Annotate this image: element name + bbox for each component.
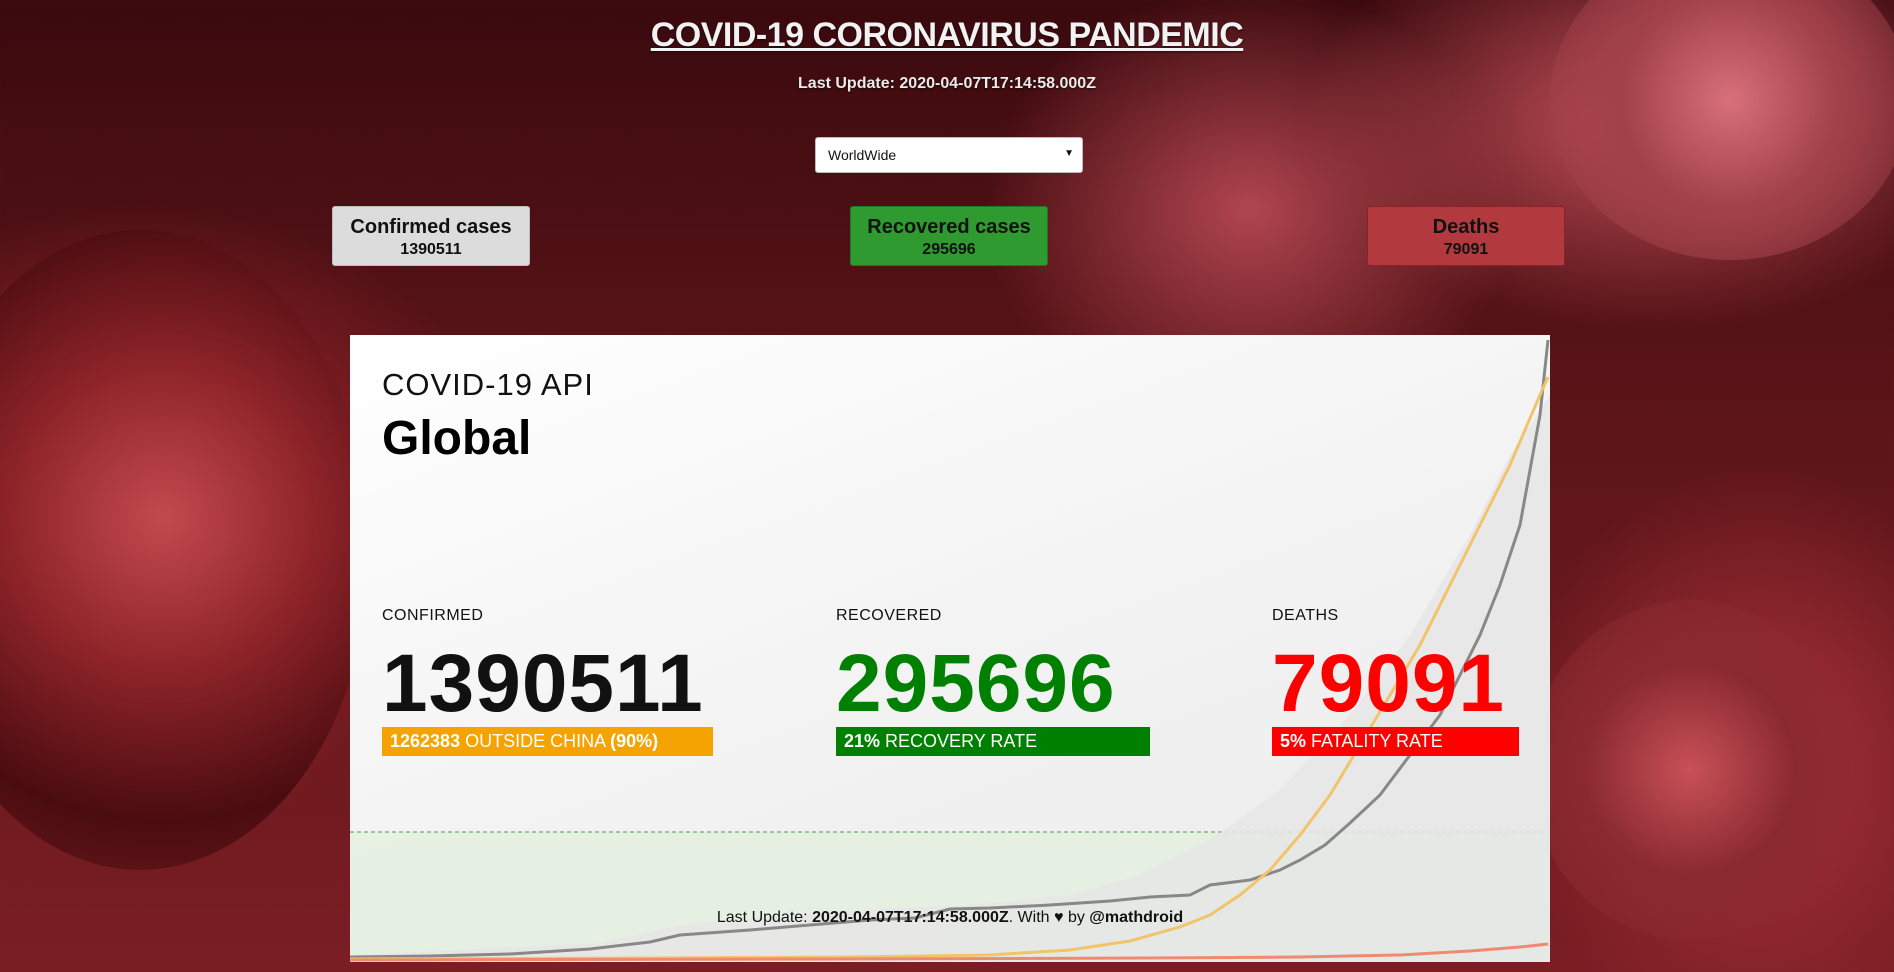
country-select[interactable]: WorldWide ▼ (815, 137, 1083, 173)
deaths-button[interactable]: Deaths 79091 (1367, 206, 1565, 266)
last-update-label: Last Update: (798, 75, 895, 92)
deaths-value: 79091 (1443, 241, 1489, 258)
deaths-value-panel: 79091 (1272, 638, 1506, 729)
heart-icon: ♥ (1053, 909, 1064, 926)
outside-china-count: 1262383 (390, 731, 461, 751)
recovered-cases-button[interactable]: Recovered cases 295696 (850, 206, 1048, 266)
page-title: COVID-19 CORONAVIRUS PANDEMIC (650, 16, 1244, 54)
recovered-section: RECOVERED 295696 21% RECOVERY RATE (836, 607, 1150, 756)
footer-with-text: . With (1008, 909, 1050, 926)
country-select-value: WorldWide (828, 147, 897, 163)
recovered-value: 295696 (836, 638, 1116, 729)
header: COVID-19 CORONAVIRUS PANDEMIC Last Updat… (0, 16, 1894, 93)
virus-image (0, 230, 370, 870)
deaths-label: Deaths (1432, 216, 1500, 238)
fatality-rate-pct: 5% (1280, 731, 1307, 751)
recovered-cases-value: 295696 (922, 241, 976, 258)
author-link[interactable]: @mathdroid (1089, 909, 1183, 926)
fatality-rate-text: FATALITY RATE (1311, 731, 1443, 751)
virus-image (1530, 600, 1850, 940)
api-title: COVID-19 API (382, 367, 594, 402)
recovery-rate-badge: 21% RECOVERY RATE (836, 727, 1150, 756)
region-title: Global (382, 412, 532, 465)
recovery-rate-pct: 21% (844, 731, 881, 751)
confirmed-cases-button[interactable]: Confirmed cases 1390511 (332, 206, 530, 266)
recovered-label: RECOVERED (836, 607, 942, 624)
fatality-rate-badge: 5% FATALITY RATE (1272, 727, 1519, 756)
recovered-cases-label: Recovered cases (867, 216, 1031, 238)
footer-prefix: Last Update: (716, 909, 808, 926)
confirmed-section: CONFIRMED 1390511 1262383 OUTSIDE CHINA … (382, 607, 713, 756)
outside-china-text: OUTSIDE CHINA (465, 731, 606, 751)
recovery-rate-text: RECOVERY RATE (885, 731, 1038, 751)
deaths-section: DEATHS 79091 5% FATALITY RATE (1272, 607, 1519, 756)
panel-footer: Last Update: 2020-04-07T17:14:58.000Z. W… (350, 909, 1550, 927)
confirmed-value: 1390511 (382, 638, 704, 729)
chevron-down-icon: ▼ (1064, 148, 1074, 159)
deaths-label-panel: DEATHS (1272, 607, 1339, 624)
last-update: Last Update: 2020-04-07T17:14:58.000Z (0, 75, 1894, 93)
outside-china-pct: (90%) (610, 731, 659, 751)
covid-api-panel: COVID-19 API Global CONFIRMED 1390511 12… (350, 335, 1550, 962)
footer-timestamp: 2020-04-07T17:14:58.000Z (812, 909, 1009, 926)
last-update-value: 2020-04-07T17:14:58.000Z (899, 75, 1096, 92)
confirmed-cases-label: Confirmed cases (350, 216, 512, 238)
outside-china-badge: 1262383 OUTSIDE CHINA (90%) (382, 727, 713, 756)
confirmed-cases-value: 1390511 (400, 241, 462, 258)
footer-by-text: by (1067, 909, 1085, 926)
confirmed-label: CONFIRMED (382, 607, 484, 624)
